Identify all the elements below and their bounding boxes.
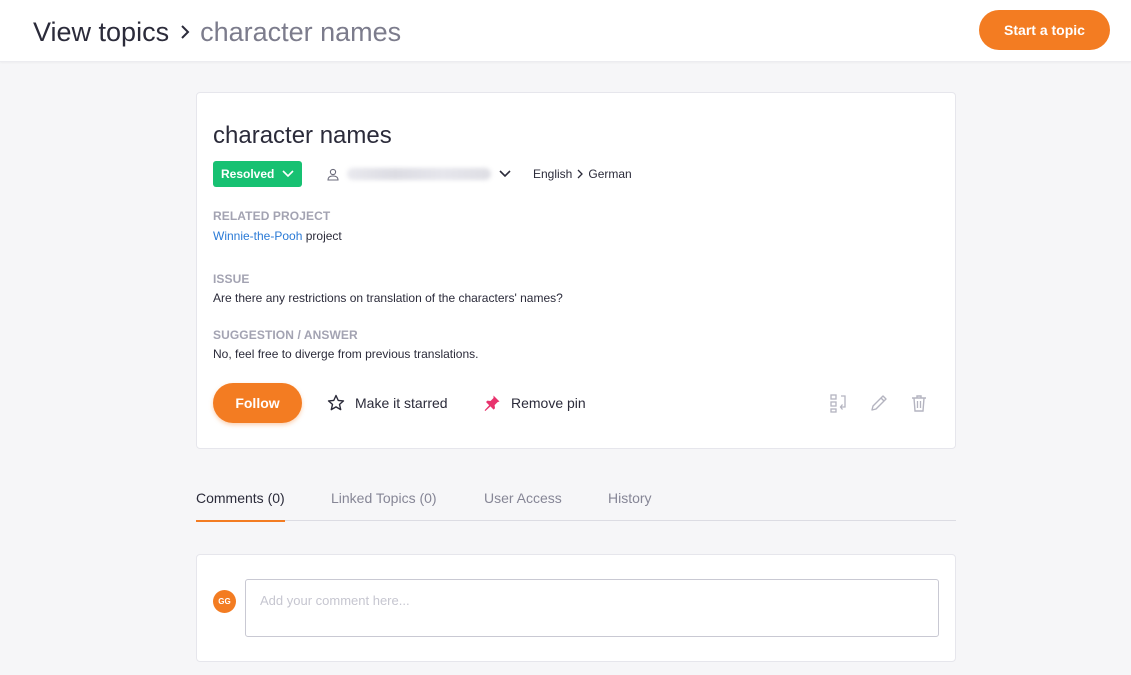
chevron-right-icon — [577, 169, 584, 179]
assignee-dropdown[interactable] — [327, 163, 511, 185]
status-label: Resolved — [221, 167, 275, 181]
trash-icon[interactable] — [909, 393, 929, 413]
user-icon — [327, 168, 339, 181]
language-pair: English German — [533, 167, 632, 181]
comment-card: GG — [196, 554, 956, 662]
follow-button[interactable]: Follow — [213, 383, 302, 423]
link-topics-icon[interactable] — [829, 393, 849, 413]
star-outline-icon — [327, 394, 345, 412]
target-language: German — [588, 167, 632, 181]
topic-card: character names Resolved English German … — [196, 92, 956, 449]
tab-history[interactable]: History — [608, 490, 652, 521]
suggestion-text: No, feel free to diverge from previous t… — [213, 347, 479, 361]
issue-text: Are there any restrictions on translatio… — [213, 291, 563, 305]
assignee-name-redacted — [347, 168, 491, 180]
remove-pin-label: Remove pin — [511, 395, 586, 411]
start-topic-button[interactable]: Start a topic — [979, 10, 1110, 50]
make-starred-button[interactable]: Make it starred — [327, 391, 448, 415]
chevron-down-icon — [282, 170, 294, 178]
remove-pin-button[interactable]: Remove pin — [483, 391, 586, 415]
chevron-down-icon — [499, 170, 511, 178]
top-bar: View topics character names Start a topi… — [0, 0, 1131, 62]
chevron-right-icon — [180, 24, 190, 40]
breadcrumb-view-topics[interactable]: View topics — [33, 15, 169, 49]
comment-input[interactable] — [245, 579, 939, 637]
topic-title: character names — [213, 122, 392, 149]
pencil-icon[interactable] — [869, 393, 889, 413]
related-project-value: Winnie-the-Pooh project — [213, 229, 342, 243]
related-project-label: RELATED PROJECT — [213, 209, 331, 223]
topic-tabs: Comments (0) Linked Topics (0) User Acce… — [196, 488, 956, 522]
avatar: GG — [213, 590, 236, 613]
issue-label: ISSUE — [213, 272, 250, 286]
tab-linked-topics[interactable]: Linked Topics (0) — [331, 490, 437, 521]
pin-icon — [483, 394, 501, 412]
tab-user-access[interactable]: User Access — [484, 490, 562, 521]
status-dropdown[interactable]: Resolved — [213, 161, 302, 187]
source-language: English — [533, 167, 573, 181]
breadcrumb: View topics character names — [33, 15, 401, 49]
make-starred-label: Make it starred — [355, 395, 448, 411]
related-project-suffix: project — [302, 229, 342, 243]
breadcrumb-current: character names — [200, 17, 402, 47]
tab-comments[interactable]: Comments (0) — [196, 490, 285, 522]
related-project-link[interactable]: Winnie-the-Pooh — [213, 229, 302, 243]
suggestion-label: SUGGESTION / ANSWER — [213, 328, 358, 342]
